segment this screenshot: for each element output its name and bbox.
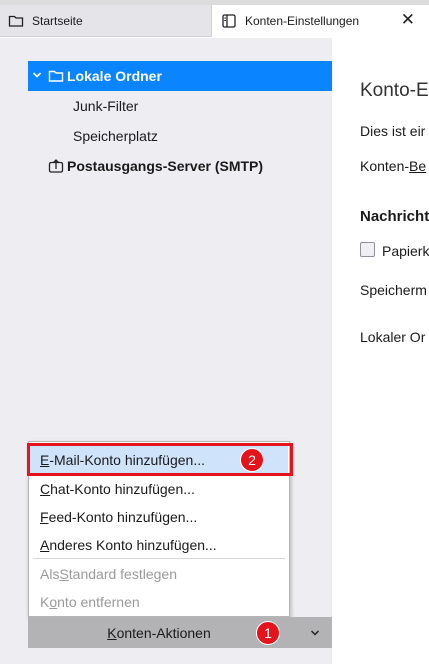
tab-konten-einstellungen[interactable]: Konten-Einstellungen ✕ — [211, 5, 429, 37]
empty-trash-checkbox[interactable] — [360, 242, 375, 257]
tree-item-label: Speicherplatz — [73, 128, 158, 144]
folder-icon — [8, 15, 24, 27]
tree-item-label: Lokale Ordner — [67, 68, 162, 84]
accesskey: o — [49, 594, 58, 610]
menu-item-label: eed-Konto hinzufügen... — [48, 509, 198, 525]
checkbox-label: Papierk — [382, 243, 429, 259]
tab-label: Startseite — [32, 14, 83, 28]
menu-item-label: nto entfernen — [57, 594, 140, 610]
tree-item-junk-filter[interactable]: Junk-Filter — [28, 91, 332, 121]
menu-item-add-other-account[interactable]: Anderes Konto hinzufügen... — [30, 531, 288, 559]
tree-item-lokale-ordner[interactable]: Lokale Ordner — [28, 61, 332, 91]
accesskey: A — [40, 537, 50, 553]
tree-item-smtp[interactable]: Postausgangs-Server (SMTP) — [28, 151, 332, 181]
accesskey: F — [40, 509, 49, 525]
chevron-down-icon[interactable] — [32, 70, 46, 83]
annotation-badge-2: 2 — [240, 448, 264, 472]
menu-separator — [33, 558, 285, 559]
tree-item-speicherplatz[interactable]: Speicherplatz — [28, 121, 332, 151]
local-directory-label: Lokaler Or — [360, 329, 426, 345]
account-actions-label: Konten-Aktionen — [28, 625, 290, 641]
tree-item-label: Postausgangs-Server (SMTP) — [67, 158, 264, 174]
label-accesskey: Be — [409, 158, 427, 174]
tab-bar: Startseite Konten-Einstellungen ✕ — [0, 5, 429, 37]
menu-item-label: hat-Konto hinzufügen... — [50, 481, 195, 497]
outgoing-server-icon — [48, 159, 64, 173]
account-actions-text: onten-Aktionen — [116, 624, 211, 641]
menu-item-label-pre: Als — [40, 566, 60, 582]
annotation-badge-1: 1 — [256, 621, 280, 645]
page-title: Konto-E — [360, 80, 429, 101]
menu-item-remove-account: Ko nto entfernen — [30, 588, 288, 616]
folder-icon — [48, 70, 64, 82]
menu-item-label-pre: K — [40, 594, 50, 610]
label-part: Konten- — [360, 158, 410, 174]
tree-item-label: Junk-Filter — [73, 98, 139, 114]
accesskey: S — [59, 566, 69, 582]
close-icon[interactable]: ✕ — [401, 11, 415, 29]
chevron-down-icon[interactable] — [300, 626, 330, 640]
accesskey: K — [107, 624, 117, 641]
account-settings-content: Konto-E Dies ist eir Konten-Be Nachricht… — [332, 38, 429, 664]
storage-label: Speicherm — [360, 282, 427, 298]
menu-item-add-chat-account[interactable]: Chat-Konto hinzufügen... — [30, 475, 288, 503]
menu-item-label: nderes Konto hinzufügen... — [49, 537, 217, 553]
tab-label: Konten-Einstellungen — [245, 14, 360, 28]
menu-item-set-default: Als Standard festlegen — [30, 560, 288, 588]
intro-text: Dies ist eir — [360, 123, 426, 139]
settings-page-icon — [222, 14, 236, 28]
account-actions-button[interactable]: Konten-Aktionen — [28, 617, 332, 648]
account-name-label: Konten-Be — [360, 158, 426, 174]
menu-item-add-feed-account[interactable]: Feed-Konto hinzufügen... — [30, 503, 288, 531]
messages-heading: Nachricht — [360, 208, 429, 225]
menu-item-label: tandard festlegen — [68, 566, 177, 582]
accesskey: C — [40, 481, 51, 497]
tab-startseite[interactable]: Startseite — [0, 5, 211, 37]
